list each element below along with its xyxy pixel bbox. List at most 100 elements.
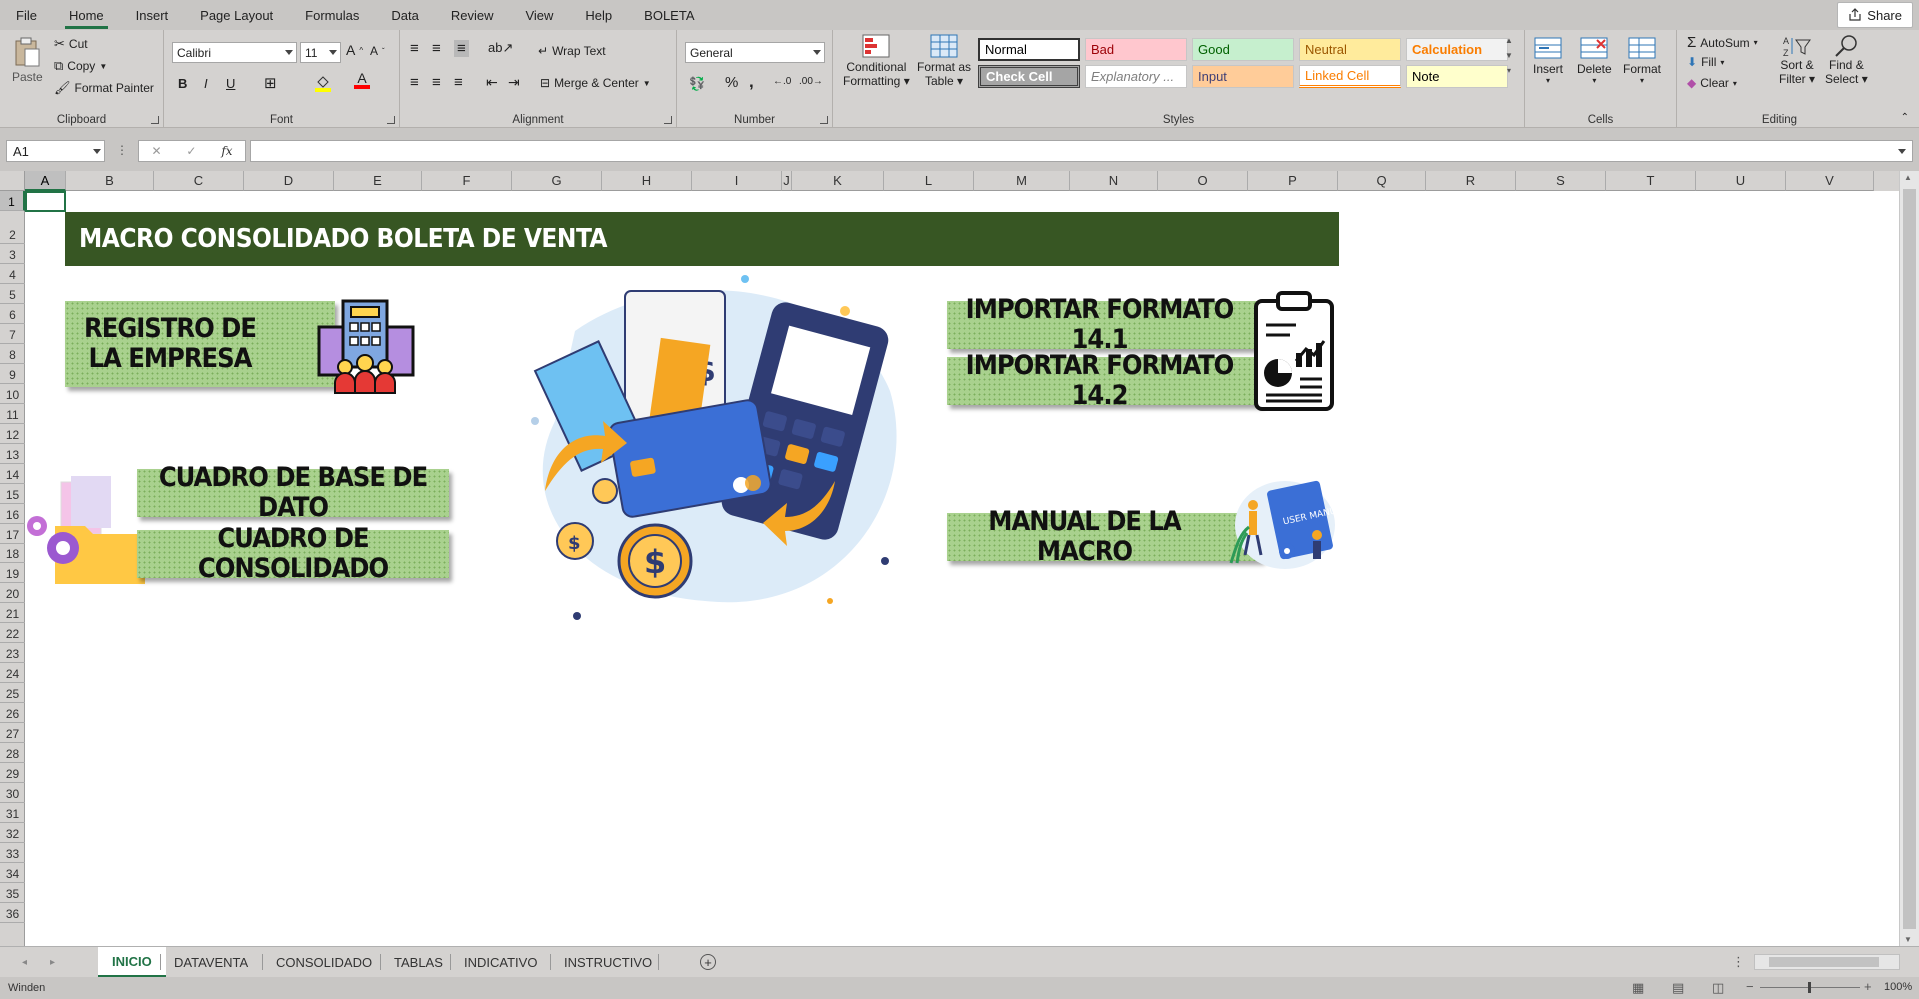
decrease-indent-button[interactable]: ⇤ (486, 74, 498, 91)
tab-formulas[interactable]: Formulas (289, 8, 375, 30)
column-header-e[interactable]: E (334, 171, 422, 191)
zoom-in-icon[interactable]: + (1864, 979, 1872, 994)
underline-button[interactable]: U (226, 76, 235, 91)
manual-macro-button[interactable]: MANUAL DE LA MACRO (947, 507, 1262, 566)
conditional-formatting-button[interactable]: Conditional Formatting ▾ (843, 34, 910, 88)
style-linked-cell[interactable]: Linked Cell (1299, 65, 1401, 88)
style-calculation[interactable]: Calculation (1406, 38, 1508, 61)
new-sheet-button[interactable]: + (700, 947, 716, 977)
sheet-tab-indicativo[interactable]: INDICATIVO (450, 947, 551, 977)
column-header-i[interactable]: I (692, 171, 782, 191)
style-note[interactable]: Note (1406, 65, 1508, 88)
accounting-button[interactable]: 💱 (689, 76, 705, 92)
zoom-out-icon[interactable]: − (1746, 979, 1754, 994)
prev-sheet-icon[interactable]: ◂ (22, 947, 27, 977)
column-header-b[interactable]: B (66, 171, 154, 191)
column-header-t[interactable]: T (1606, 171, 1696, 191)
font-size-select[interactable]: 11 (300, 42, 341, 63)
row-header-29[interactable]: 29 (0, 763, 25, 784)
sheet-tab-tablas[interactable]: TABLAS (380, 947, 457, 977)
borders-button[interactable]: ⊞ (264, 74, 277, 92)
increase-decimal-button[interactable]: ←.0 (773, 76, 791, 87)
row-header-21[interactable]: 21 (0, 603, 25, 624)
tab-insert[interactable]: Insert (120, 8, 185, 30)
row-header-8[interactable]: 8 (0, 344, 25, 364)
tab-boleta[interactable]: BOLETA (628, 8, 710, 30)
tab-file[interactable]: File (0, 8, 53, 30)
row-header-15[interactable]: 15 (0, 484, 25, 504)
column-header-r[interactable]: R (1426, 171, 1516, 191)
normal-view-icon[interactable]: ▦ (1632, 980, 1644, 996)
tab-data[interactable]: Data (375, 8, 434, 30)
font-name-select[interactable]: Calibri (172, 42, 297, 63)
row-header-6[interactable]: 6 (0, 304, 25, 324)
row-header-23[interactable]: 23 (0, 643, 25, 664)
copy-button[interactable]: ⧉ Copy ▼ (54, 58, 107, 74)
tab-page-layout[interactable]: Page Layout (184, 8, 289, 30)
insert-cells-button[interactable]: Insert ▾ (1533, 36, 1563, 85)
row-header-20[interactable]: 20 (0, 583, 25, 604)
sheet-options-icon[interactable]: ⋮ (1732, 947, 1745, 977)
paste-button[interactable]: Paste (12, 36, 43, 84)
formula-input[interactable] (250, 140, 1913, 162)
row-header-24[interactable]: 24 (0, 663, 25, 684)
find-select-button[interactable]: Find & Select ▾ (1825, 34, 1868, 86)
scroll-up-icon[interactable]: ▲ (1904, 173, 1912, 182)
column-header-l[interactable]: L (884, 171, 974, 191)
clear-button[interactable]: ◆ Clear ▾ (1687, 76, 1737, 90)
style-good[interactable]: Good (1192, 38, 1294, 61)
scroll-down-icon[interactable]: ▼ (1904, 935, 1912, 944)
enter-icon[interactable]: ✓ (186, 144, 196, 158)
orientation-button[interactable]: ab↗ (488, 40, 513, 56)
style-neutral[interactable]: Neutral (1299, 38, 1401, 61)
number-format-select[interactable]: General (685, 42, 825, 63)
font-color-button[interactable]: A (354, 71, 370, 89)
sheet-tab-consolidado[interactable]: CONSOLIDADO (262, 947, 386, 977)
font-launcher[interactable] (387, 116, 395, 124)
tab-help[interactable]: Help (569, 8, 628, 30)
importar-formato-14-2-button[interactable]: IMPORTAR FORMATO 14.2 (947, 351, 1262, 410)
comma-button[interactable]: , (749, 72, 754, 92)
collapse-ribbon-button[interactable]: ⌃ (1901, 112, 1909, 123)
align-left-button[interactable]: ≡ (410, 74, 419, 91)
align-center-button[interactable]: ≡ (432, 74, 441, 91)
row-header-25[interactable]: 25 (0, 683, 25, 704)
increase-indent-button[interactable]: ⇥ (508, 74, 520, 91)
column-header-g[interactable]: G (512, 171, 602, 191)
column-header-d[interactable]: D (244, 171, 334, 191)
horizontal-scrollbar[interactable] (1754, 954, 1900, 970)
column-header-v[interactable]: V (1786, 171, 1874, 191)
column-header-k[interactable]: K (792, 171, 884, 191)
active-cell-a1[interactable] (25, 191, 66, 212)
name-box[interactable]: A1 (6, 140, 105, 162)
row-header-10[interactable]: 10 (0, 384, 25, 404)
row-header-1[interactable]: 1 (0, 191, 25, 211)
row-header-4[interactable]: 4 (0, 264, 25, 284)
delete-cells-button[interactable]: Delete ▾ (1577, 36, 1612, 85)
style-normal[interactable]: Normal (978, 38, 1080, 61)
registro-empresa-button[interactable]: REGISTRO DE LA EMPRESA (65, 301, 335, 387)
column-header-s[interactable]: S (1516, 171, 1606, 191)
merge-center-button[interactable]: ⊟ Merge & Center ▼ (540, 76, 651, 90)
row-header-36[interactable]: 36 (0, 903, 25, 923)
shrink-font-button[interactable]: Aˇ (370, 44, 385, 58)
column-header-u[interactable]: U (1696, 171, 1786, 191)
tab-review[interactable]: Review (435, 8, 510, 30)
row-header-19[interactable]: 19 (0, 563, 25, 584)
wrap-text-button[interactable]: ↵ Wrap Text (538, 44, 606, 58)
page-break-view-icon[interactable]: ◫ (1712, 980, 1724, 996)
row-header-13[interactable]: 13 (0, 444, 25, 464)
row-header-2[interactable]: 2 (0, 211, 25, 244)
row-header-32[interactable]: 32 (0, 823, 25, 844)
alignment-launcher[interactable] (664, 116, 672, 124)
column-header-a[interactable]: A (25, 171, 66, 191)
row-header-9[interactable]: 9 (0, 364, 25, 384)
style-input[interactable]: Input (1192, 65, 1294, 88)
tab-home[interactable]: Home (53, 8, 120, 30)
align-right-button[interactable]: ≡ (454, 74, 463, 91)
zoom-slider[interactable] (1760, 982, 1860, 993)
row-header-12[interactable]: 12 (0, 424, 25, 444)
row-header-5[interactable]: 5 (0, 284, 25, 304)
row-header-14[interactable]: 14 (0, 464, 25, 484)
fx-icon[interactable]: fx (221, 144, 232, 158)
